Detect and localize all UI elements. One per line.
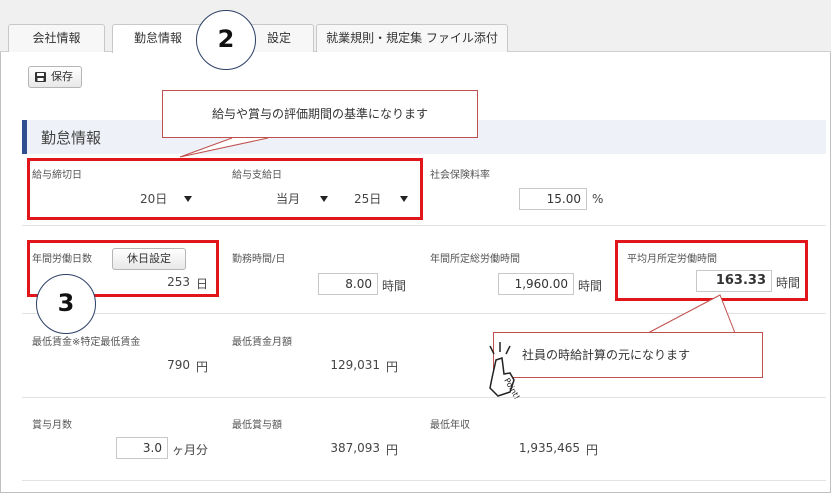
pointing-hand-icon: Point!	[489, 342, 522, 401]
callout-evaluation-period: 給与や賞与の評価期間の基準になります	[162, 90, 478, 138]
step-number-3: 3	[36, 274, 96, 334]
callout-pointers	[179, 137, 736, 334]
step-number-2: 2	[196, 10, 256, 70]
callout-hourly-basis: 社員の時給計算の元になります	[493, 332, 763, 378]
